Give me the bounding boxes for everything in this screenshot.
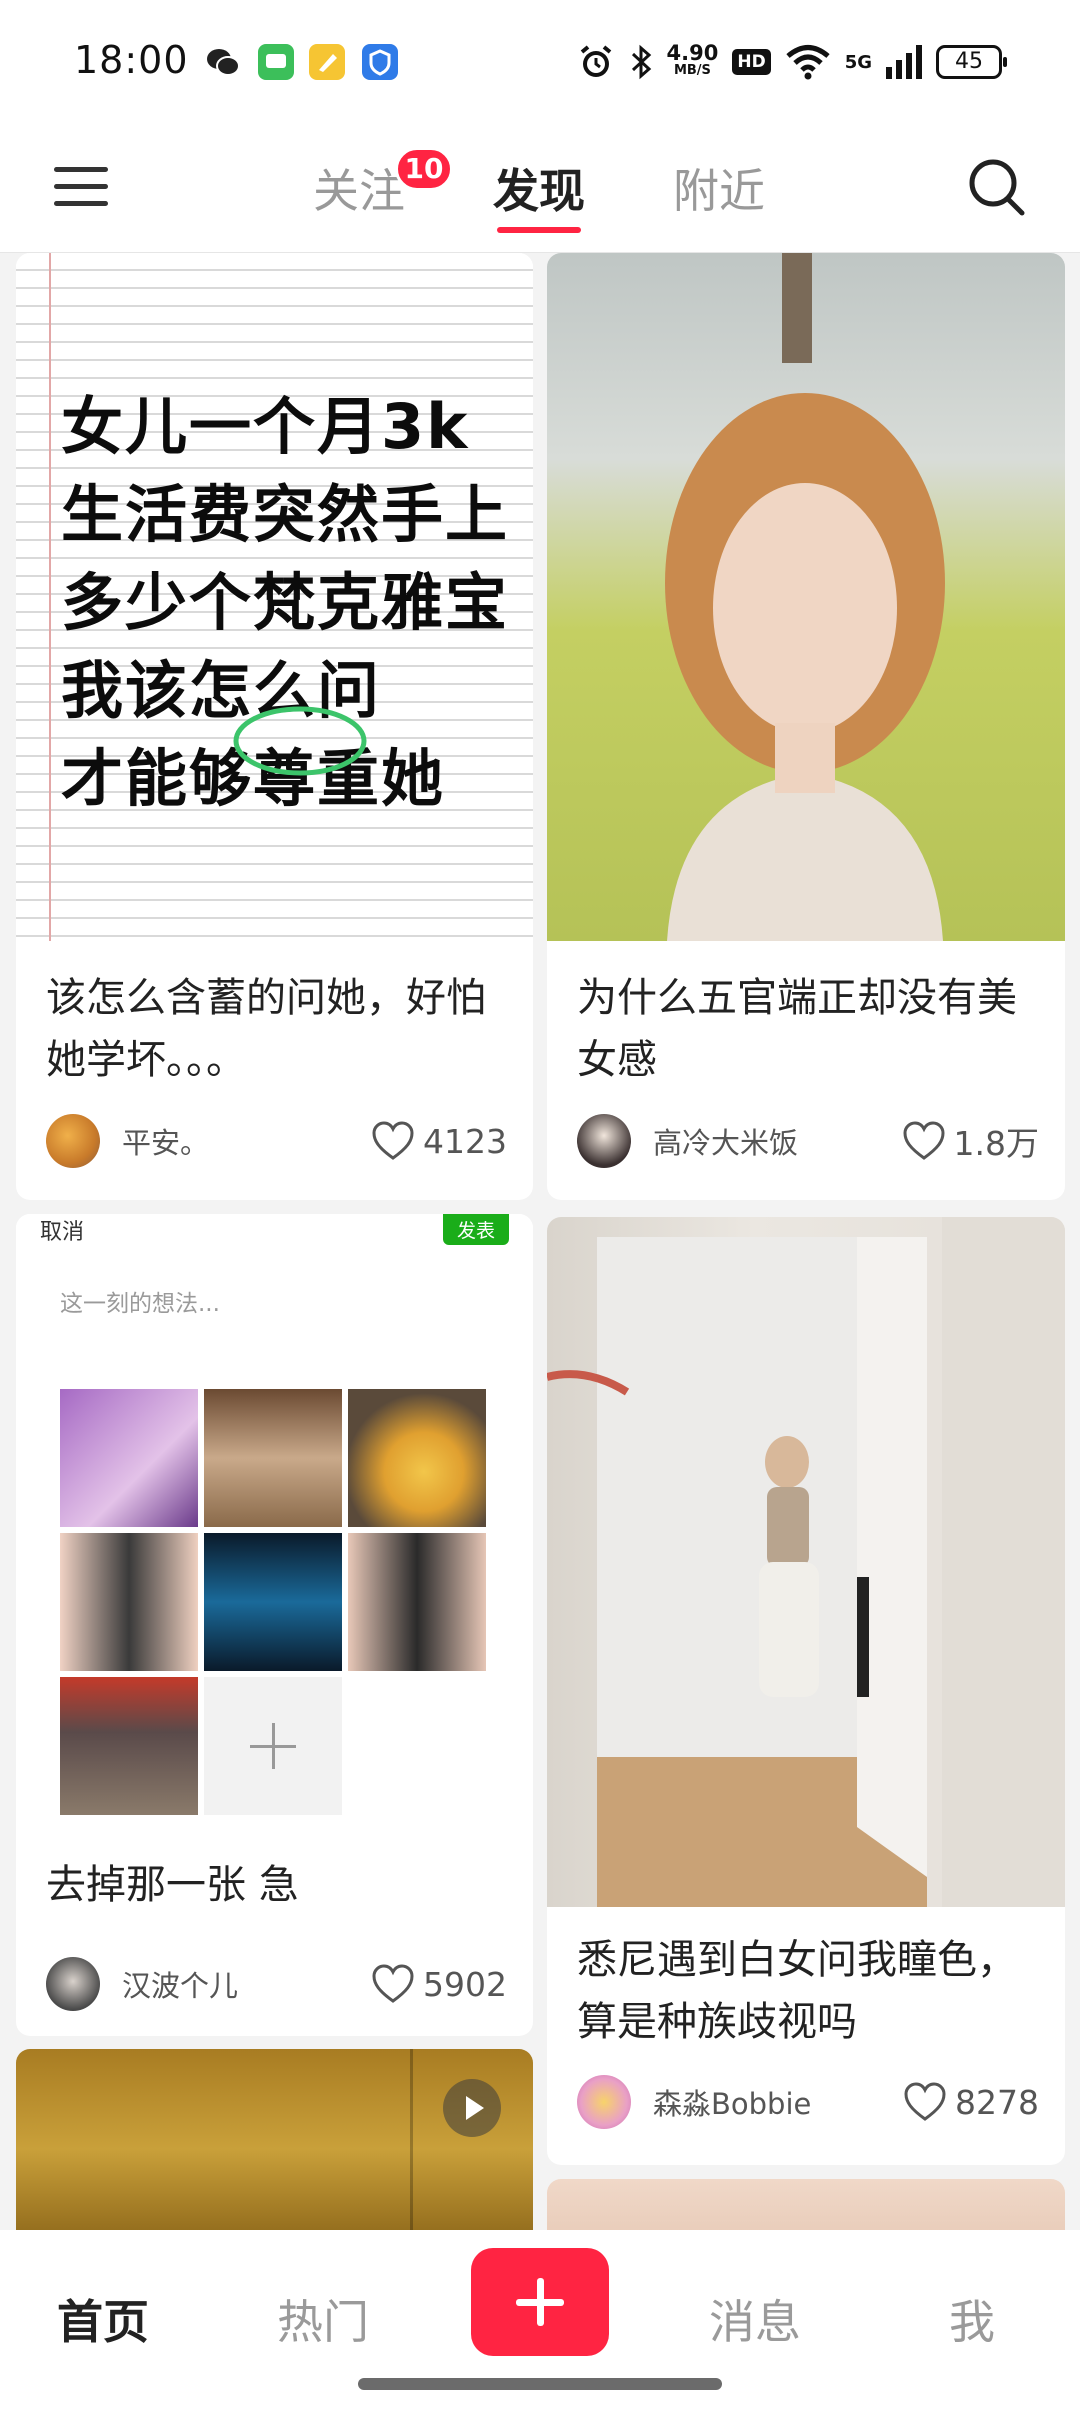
nav-messages[interactable]: 消息 — [709, 2286, 801, 2352]
hd-badge: HD — [732, 49, 771, 75]
shield-icon — [362, 44, 398, 80]
author-name[interactable]: 平安。 — [122, 1120, 371, 1162]
card-image — [547, 253, 1065, 941]
add-photo-cell — [204, 1677, 342, 1815]
card-image — [547, 1217, 1065, 1907]
author-name[interactable]: 高冷大米饭 — [653, 1120, 902, 1162]
photo-thumb — [348, 1533, 486, 1671]
nav-trending[interactable]: 热门 — [277, 2286, 369, 2352]
feed-card[interactable]: 女儿一个月3k 生活费突然手上 多少个梵克雅宝 我该怎么问 才能够尊重她 该怎么… — [16, 253, 533, 1200]
photo-thumb — [204, 1389, 342, 1527]
card-meta: 高冷大米饭 1.8万 — [577, 1112, 1039, 1170]
play-icon — [443, 2079, 501, 2137]
photo-thumb — [60, 1389, 198, 1527]
wechat-icon — [205, 44, 241, 80]
bottom-nav: 首页 热门 消息 我 — [0, 2230, 1080, 2412]
home-indicator[interactable] — [358, 2378, 722, 2390]
tab-discover[interactable]: 发现 — [493, 155, 585, 221]
photo-thumb — [60, 1533, 198, 1671]
green-circle-mark — [233, 706, 367, 776]
portrait-photo — [665, 253, 945, 941]
menu-icon[interactable] — [54, 165, 108, 209]
composer-post: 发表 — [442, 1214, 509, 1245]
like-count: 4123 — [423, 1121, 507, 1161]
composer-cancel: 取消 — [40, 1220, 85, 1245]
nav-me[interactable]: 我 — [949, 2286, 995, 2352]
heart-icon[interactable] — [371, 1964, 415, 2004]
bluetooth-icon — [631, 44, 651, 80]
avatar[interactable] — [46, 1957, 100, 2011]
avatar[interactable] — [577, 1114, 631, 1168]
feed-card[interactable]: 悉尼遇到白女问我瞳色，算是种族歧视吗 森淼Bobbie 8278 — [547, 1217, 1065, 2165]
add-post-button[interactable] — [471, 2248, 609, 2356]
author-name[interactable]: 森淼Bobbie — [653, 2081, 903, 2123]
alarm-icon — [580, 45, 611, 77]
battery-icon: 45 — [936, 45, 1007, 79]
feed-card[interactable]: 取消 发表 这一刻的想法... 去掉那一张 急 汉波个儿 5902 — [16, 1214, 533, 2036]
like-count: 5902 — [423, 1964, 507, 2004]
card-meta: 汉波个儿 5902 — [46, 1955, 507, 2013]
tab-nearby[interactable]: 附近 — [673, 155, 765, 221]
photo-thumb — [204, 1533, 342, 1671]
author-name[interactable]: 汉波个儿 — [122, 1963, 371, 2005]
clock: 18:00 — [74, 38, 189, 82]
card-image: 女儿一个月3k 生活费突然手上 多少个梵克雅宝 我该怎么问 才能够尊重她 — [16, 253, 533, 941]
heart-icon[interactable] — [371, 1121, 415, 1161]
notification-badge: 10 — [395, 147, 453, 191]
signal-icon — [886, 45, 922, 79]
card-image: 取消 发表 这一刻的想法... — [16, 1214, 533, 1834]
card-title: 为什么五官端正却没有美女感 — [577, 975, 1017, 1083]
photo-thumb — [60, 1677, 198, 1815]
feed-card[interactable] — [16, 2049, 533, 2249]
messages-icon — [258, 44, 294, 80]
card-title: 去掉那一张 急 — [46, 1862, 299, 1908]
active-tab-indicator — [497, 227, 581, 233]
top-nav: 关注 10 发现 附近 — [0, 125, 1080, 253]
tab-follow[interactable]: 关注 — [313, 155, 405, 221]
search-icon[interactable] — [968, 158, 1026, 218]
status-icons: 4.90 MB/S HD 5G 45 — [577, 38, 1007, 86]
network-speed: 4.90 MB/S — [666, 41, 719, 79]
photo-thumb — [348, 1389, 486, 1527]
nav-home[interactable]: 首页 — [57, 2286, 149, 2352]
heart-icon[interactable] — [902, 1121, 946, 1161]
status-bar: 18:00 4.90 MB/S HD 5G 45 — [0, 0, 1080, 125]
avatar[interactable] — [46, 1114, 100, 1168]
wifi-icon — [786, 45, 830, 80]
like-count: 8278 — [955, 2082, 1039, 2122]
mirror-selfie-photo — [547, 1217, 1065, 1907]
composer-placeholder: 这一刻的想法... — [60, 1291, 220, 1317]
like-count: 1.8万 — [953, 1124, 1039, 1163]
card-meta: 平安。 4123 — [46, 1112, 507, 1170]
avatar[interactable] — [577, 2075, 631, 2129]
network-type: 5G — [844, 51, 872, 73]
notes-icon — [309, 44, 345, 80]
video-frame-edge — [410, 2049, 413, 2249]
feed-card[interactable]: 为什么五官端正却没有美女感 高冷大米饭 1.8万 — [547, 253, 1065, 1200]
heart-icon[interactable] — [903, 2082, 947, 2122]
card-title: 悉尼遇到白女问我瞳色，算是种族歧视吗 — [577, 1937, 1017, 2045]
plus-icon — [250, 1723, 296, 1769]
card-title: 该怎么含蓄的问她，好怕她学坏。。。 — [46, 975, 486, 1083]
card-meta: 森淼Bobbie 8278 — [577, 2073, 1039, 2131]
